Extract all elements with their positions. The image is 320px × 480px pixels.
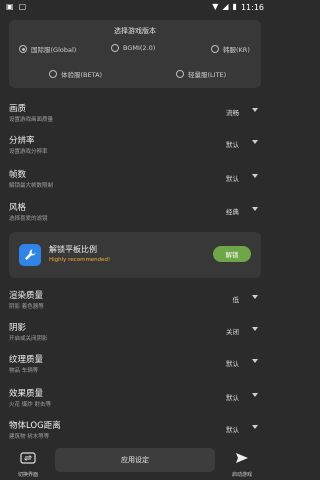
setting-value[interactable]: 流畅 — [226, 107, 239, 117]
setting-value[interactable]: 默认 — [226, 358, 239, 368]
switch-interface-label: 切换界面 — [17, 472, 38, 478]
chevron-down-icon[interactable] — [252, 207, 258, 211]
radio-dot — [111, 44, 119, 52]
radio-kr[interactable]: 韩服(KR) — [211, 44, 250, 54]
chevron-down-icon[interactable] — [252, 425, 258, 429]
setting-title: 渲染质量 — [9, 291, 44, 301]
wifi-icon: ▼ — [212, 2, 219, 11]
chevron-down-icon[interactable] — [252, 327, 258, 331]
setting-title: 分辨率 — [9, 136, 35, 146]
radio-dot — [176, 70, 184, 78]
setting-title: 风格 — [9, 203, 27, 213]
wrench-icon — [19, 244, 41, 266]
radio-dot — [19, 45, 27, 53]
setting-effects-quality[interactable]: 效果质量 火花 爆炸 射击等 默认 — [9, 387, 261, 415]
radio-label: 国际服(Global) — [31, 46, 77, 54]
setting-value[interactable]: 默认 — [226, 173, 239, 183]
setting-title: 画质 — [9, 104, 27, 114]
radio-label: 轻量服(LITE) — [188, 71, 227, 79]
switch-icon — [20, 452, 36, 464]
radio-label: BGMI(2.0) — [123, 44, 156, 52]
radio-dot — [211, 45, 219, 53]
setting-value[interactable]: 低 — [233, 294, 240, 304]
setting-render-quality[interactable]: 渲染质量 阴影 着色器等 低 — [9, 289, 261, 317]
setting-title: 物体LOG距离 — [9, 421, 61, 431]
setting-desc: 阴影 着色器等 — [9, 304, 44, 310]
setting-value[interactable]: 默认 — [226, 392, 239, 402]
setting-shadow[interactable]: 阴影 开启或关闭阴影 关闭 — [9, 321, 261, 349]
radio-dot — [49, 70, 57, 78]
status-bar: ▣ ▢ ▼ ◢ ▮ 11:16 — [0, 0, 270, 14]
radio-label: 体验服(BETA) — [61, 71, 103, 79]
setting-desc: 设置游戏分辨率 — [9, 149, 48, 155]
setting-value[interactable]: 默认 — [226, 139, 239, 149]
setting-value[interactable]: 默认 — [226, 424, 239, 434]
setting-desc: 物品 车辆等 — [9, 368, 39, 374]
launch-game-label: 启动游戏 — [231, 472, 252, 478]
app-notification-icon: ▣ — [6, 2, 14, 11]
setting-value[interactable]: 经典 — [226, 206, 239, 216]
app-notification-icon-2: ▢ — [18, 2, 27, 11]
version-selector-card: 选择游戏版本 国际服(Global) BGMI(2.0) 韩服(KR) 体验服(… — [9, 20, 261, 88]
setting-object-lod[interactable]: 物体LOG距离 建筑物 树木等等 默认 — [9, 419, 261, 447]
launch-game-button[interactable]: 启动游戏 — [224, 450, 260, 478]
chevron-down-icon[interactable] — [252, 174, 258, 178]
setting-value[interactable]: 关闭 — [226, 326, 239, 336]
radio-beta[interactable]: 体验服(BETA) — [49, 69, 102, 79]
setting-graphics[interactable]: 画质 设置游戏画面质量 流畅 — [9, 102, 261, 130]
setting-resolution[interactable]: 分辨率 设置游戏分辨率 默认 — [9, 134, 261, 162]
chevron-down-icon[interactable] — [252, 295, 258, 299]
radio-global[interactable]: 国际服(Global) — [19, 44, 76, 54]
version-selector-title: 选择游戏版本 — [114, 27, 156, 35]
send-icon — [236, 453, 248, 463]
setting-desc: 解锁最大帧数限制 — [9, 183, 54, 189]
setting-title: 帧数 — [9, 170, 27, 180]
radio-lite[interactable]: 轻量服(LITE) — [176, 69, 226, 79]
unlock-button[interactable]: 解锁 — [213, 246, 251, 262]
setting-style[interactable]: 风格 选择喜爱的滤镜 经典 — [9, 201, 261, 229]
clock: 11:16 — [240, 2, 264, 12]
setting-title: 效果质量 — [9, 389, 44, 399]
chevron-down-icon[interactable] — [252, 359, 258, 363]
apply-settings-button[interactable]: 应用设定 — [55, 448, 215, 472]
setting-texture-quality[interactable]: 纹理质量 物品 车辆等 默认 — [9, 353, 261, 381]
chevron-down-icon[interactable] — [252, 108, 258, 112]
chevron-down-icon[interactable] — [252, 140, 258, 144]
setting-desc: 开启或关闭阴影 — [9, 336, 48, 342]
setting-desc: 建筑物 树木等等 — [9, 434, 50, 440]
setting-title: 阴影 — [9, 323, 27, 333]
promo-title: 解锁平板比例 — [49, 245, 97, 254]
signal-icon: ◢ — [222, 2, 229, 11]
switch-interface-button[interactable]: 切换界面 — [10, 450, 46, 478]
unlock-tablet-ratio-card: 解锁平板比例 Highly recommended! 解锁 — [9, 232, 261, 278]
setting-fps[interactable]: 帧数 解锁最大帧数限制 默认 — [9, 168, 261, 196]
setting-desc: 火花 爆炸 射击等 — [9, 402, 51, 408]
bottom-action-bar: 切换界面 应用设定 启动游戏 — [0, 446, 270, 480]
radio-bgmi[interactable]: BGMI(2.0) — [111, 44, 155, 52]
battery-icon: ▮ — [232, 2, 237, 11]
setting-desc: 设置游戏画面质量 — [9, 117, 54, 123]
setting-desc: 选择喜爱的滤镜 — [9, 216, 48, 222]
setting-title: 纹理质量 — [9, 355, 44, 365]
chevron-down-icon[interactable] — [252, 393, 258, 397]
promo-subtitle: Highly recommended! — [49, 257, 111, 263]
radio-label: 韩服(KR) — [223, 46, 250, 54]
